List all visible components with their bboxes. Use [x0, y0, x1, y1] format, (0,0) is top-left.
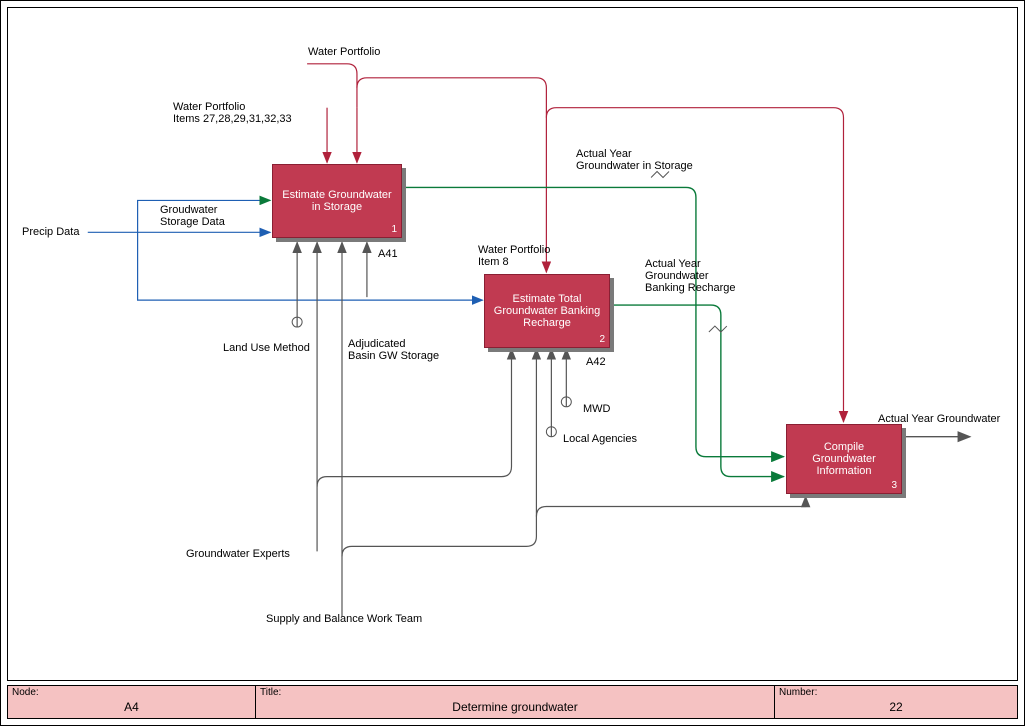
label-wp-item8: Water Portfolio Item 8: [478, 244, 550, 268]
footer: Node: A4 Title: Determine groundwater Nu…: [7, 685, 1018, 719]
label-actual-year-storage: Actual Year Groundwater in Storage: [576, 148, 693, 172]
node-a41-id: A41: [378, 248, 398, 260]
footer-number-cell: Number: 22: [775, 686, 1017, 718]
label-groundwater-storage-data: Groudwater Storage Data: [160, 204, 225, 228]
node-a42-num: 2: [599, 334, 605, 345]
footer-title-value: Determine groundwater: [262, 700, 768, 714]
label-actual-year-gw: Actual Year Groundwater: [878, 413, 1000, 425]
footer-title-label: Title:: [260, 687, 281, 698]
label-land-use-method: Land Use Method: [223, 342, 310, 354]
footer-node-value: A4: [14, 700, 249, 714]
label-groundwater-experts: Groundwater Experts: [186, 548, 290, 560]
footer-node-cell: Node: A4: [8, 686, 256, 718]
diagram-canvas: Estimate Groundwater in Storage 1 A41 Es…: [7, 7, 1018, 681]
diagram-frame: Estimate Groundwater in Storage 1 A41 Es…: [0, 0, 1025, 726]
node-a42-id: A42: [586, 356, 606, 368]
footer-title-cell: Title: Determine groundwater: [256, 686, 775, 718]
label-water-portfolio-top: Water Portfolio: [308, 46, 380, 58]
label-mwd: MWD: [583, 403, 611, 415]
label-adjudicated: Adjudicated Basin GW Storage: [348, 338, 439, 362]
node-compile-title: Compile Groundwater Information: [793, 441, 895, 477]
label-local-agencies: Local Agencies: [563, 433, 637, 445]
label-water-portfolio-items: Water Portfolio Items 27,28,29,31,32,33: [173, 101, 292, 125]
node-compile-num: 3: [891, 480, 897, 491]
label-supply-team: Supply and Balance Work Team: [266, 613, 422, 625]
node-a42: Estimate Total Groundwater Banking Recha…: [484, 274, 610, 348]
footer-number-value: 22: [781, 700, 1011, 714]
node-compile: Compile Groundwater Information 3: [786, 424, 902, 494]
node-a41: Estimate Groundwater in Storage 1: [272, 164, 402, 238]
label-actual-year-recharge: Actual Year Groundwater Banking Recharge: [645, 258, 736, 294]
node-a42-title: Estimate Total Groundwater Banking Recha…: [491, 293, 603, 329]
node-a41-num: 1: [391, 224, 397, 235]
node-a41-title: Estimate Groundwater in Storage: [279, 189, 395, 213]
footer-node-label: Node:: [12, 687, 39, 698]
label-precip-data: Precip Data: [22, 226, 79, 238]
footer-number-label: Number:: [779, 687, 817, 698]
